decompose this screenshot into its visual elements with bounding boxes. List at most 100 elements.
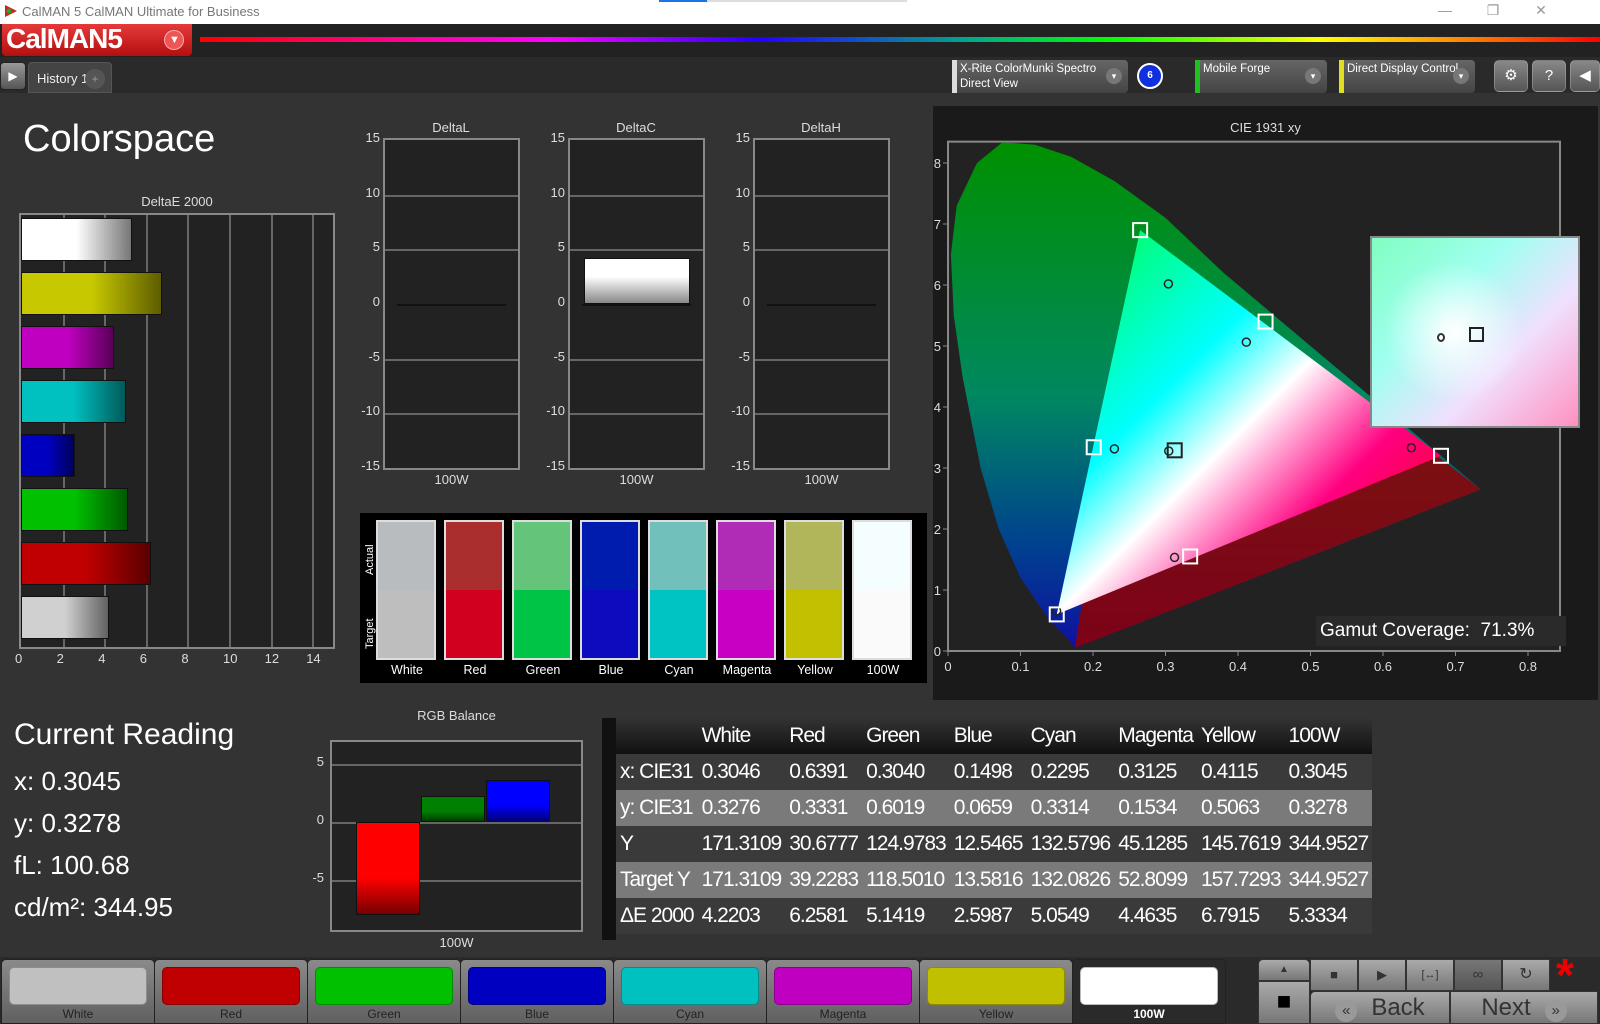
stop-measure-button[interactable]: ■	[1258, 981, 1310, 1024]
table-row: ΔE 2000 4.2203 6.2581 5.1419 2.5987 5.0549 4.4…	[616, 898, 1373, 934]
collapse-panel-button[interactable]: ◀	[1570, 60, 1600, 92]
swatch-actual	[514, 522, 570, 590]
cie-x-tick: 0.5	[1301, 659, 1319, 674]
deltah-gridline	[755, 358, 888, 361]
refresh-button[interactable]: ↻	[1502, 959, 1550, 991]
deltal-y-tick: -15	[361, 458, 380, 473]
settings-button[interactable]: ⚙	[1494, 60, 1528, 92]
swatch-target	[446, 590, 502, 658]
patch-color	[927, 967, 1065, 1005]
patch-button-white[interactable]: White	[1, 959, 155, 1024]
table-cell: 12.5465	[953, 832, 1024, 855]
cie-x-tick: 0.6	[1374, 659, 1392, 674]
table-cell: 0.3040	[866, 760, 925, 783]
stop-button[interactable]: ■	[1310, 959, 1358, 991]
table-cell: 0.3046	[701, 760, 761, 783]
calman-menu-button[interactable]: CalMAN5 ▼	[2, 24, 192, 56]
deltac-y-tick: 0	[557, 294, 565, 309]
deltal-gridline	[385, 194, 518, 197]
cie-y-tick: 0.3	[933, 461, 941, 476]
swatch-target	[718, 590, 774, 658]
deltac-title: DeltaC	[616, 120, 656, 135]
deltah-y-tick: -15	[731, 458, 750, 473]
deltah-gridline	[755, 413, 888, 416]
loop-button[interactable]: ∞	[1454, 959, 1502, 991]
patch-label: 100W	[1133, 1007, 1165, 1021]
deltah-chart	[753, 138, 890, 470]
rgb-gridline	[332, 764, 581, 766]
table-cell: 145.7619	[1200, 832, 1282, 855]
fit-button[interactable]: [↔]	[1406, 959, 1454, 991]
deltal-x-label: 100W	[434, 472, 469, 487]
deltac-gridline	[570, 194, 703, 197]
swatch-yellow	[784, 520, 844, 660]
rgb-balance-title: RGB Balance	[417, 708, 496, 723]
restore-button[interactable]: ❐	[1470, 2, 1516, 22]
deltae-chart-title: DeltaE 2000	[141, 194, 213, 209]
patch-button-blue[interactable]: Blue	[460, 959, 614, 1024]
table-column-header: Yellow	[1200, 724, 1256, 747]
patch-button-magenta[interactable]: Magenta	[766, 959, 920, 1024]
source-selector[interactable]: Mobile Forge ▾	[1195, 60, 1327, 93]
actual-label: Actual	[364, 544, 376, 575]
play-workflow-button[interactable]: ▶	[0, 62, 26, 90]
deltac-y-tick: -10	[546, 403, 565, 419]
deltae-bar-cyan	[21, 380, 127, 423]
patch-button-red[interactable]: Red	[154, 959, 308, 1024]
close-button[interactable]: ✕	[1518, 2, 1564, 22]
table-cell: 13.5816	[953, 868, 1024, 891]
deltae-x-tick: 8	[181, 651, 189, 666]
table-column-header: Magenta	[1118, 724, 1194, 747]
patch-color	[774, 967, 912, 1005]
deltah-x-label: 100W	[804, 472, 839, 487]
meter-badge[interactable]: 6	[1137, 63, 1163, 89]
deltae-x-tick: 4	[98, 651, 106, 666]
minimize-button[interactable]: —	[1422, 2, 1468, 22]
swatch-label: Green	[525, 663, 561, 677]
swatch-label: Cyan	[664, 663, 694, 677]
play-button[interactable]: ▶	[1358, 959, 1406, 991]
patch-color	[621, 967, 759, 1005]
swatch-actual	[378, 522, 434, 590]
page-title: Colorspace	[23, 118, 216, 160]
add-tab-button[interactable]: +	[85, 69, 105, 89]
scroll-up-button[interactable]: ▲	[1258, 959, 1310, 981]
help-button[interactable]: ?	[1532, 60, 1566, 92]
deltah-gridline	[767, 304, 876, 306]
back-button[interactable]: « Back	[1310, 991, 1450, 1024]
chevron-left-icon: ◀	[1579, 67, 1591, 84]
rgb-balance-y-axis: 5 0 -5	[290, 740, 330, 932]
play-icon: ▶	[1377, 967, 1387, 982]
display-selector[interactable]: Direct Display Control ▾	[1339, 60, 1475, 93]
deltal-y-tick: 15	[365, 130, 380, 145]
cie-x-tick: 0.4	[1229, 659, 1247, 674]
deltah-gridline	[755, 194, 888, 197]
deltac-y-tick: -15	[546, 458, 565, 473]
deltac-gridline	[582, 304, 691, 306]
table-cell: 2.5987	[953, 904, 1013, 927]
rgb-bar-blue	[486, 780, 550, 822]
swatch-target	[582, 590, 638, 658]
deltac-gridline	[570, 358, 703, 361]
current-reading-title: Current Reading	[14, 718, 235, 751]
meter-selector[interactable]: X-Rite ColorMunki Spectro Direct View ▾	[952, 60, 1128, 93]
patch-button-cyan[interactable]: Cyan	[613, 959, 767, 1024]
table-cell: 0.0659	[953, 796, 1013, 819]
next-button[interactable]: Next »	[1450, 991, 1598, 1024]
deltae-gridline	[312, 215, 315, 647]
patch-color	[468, 967, 606, 1005]
patch-button-100w[interactable]: 100W	[1072, 959, 1226, 1024]
swatch-actual	[446, 522, 502, 590]
patch-label: Magenta	[819, 1007, 867, 1021]
tab-history-1[interactable]: History 1 +	[28, 62, 112, 93]
patch-button-green[interactable]: Green	[307, 959, 461, 1024]
cie-x-tick: 0.1	[1011, 659, 1029, 674]
gamut-coverage-value: 71.3%	[1480, 620, 1535, 641]
rgb-y-tick: -5	[312, 870, 324, 885]
table-cell: 0.5063	[1200, 796, 1260, 819]
delta-lch-charts: DeltaL 15 10 5 0 -5 -10 -15 100W DeltaC 15 10 5 0 -5 -1…	[350, 118, 920, 498]
table-cell: 39.2283	[789, 868, 859, 891]
table-cell: 171.3109	[701, 868, 783, 891]
patch-button-yellow[interactable]: Yellow	[919, 959, 1073, 1024]
table-cell: 6.2581	[789, 904, 848, 927]
